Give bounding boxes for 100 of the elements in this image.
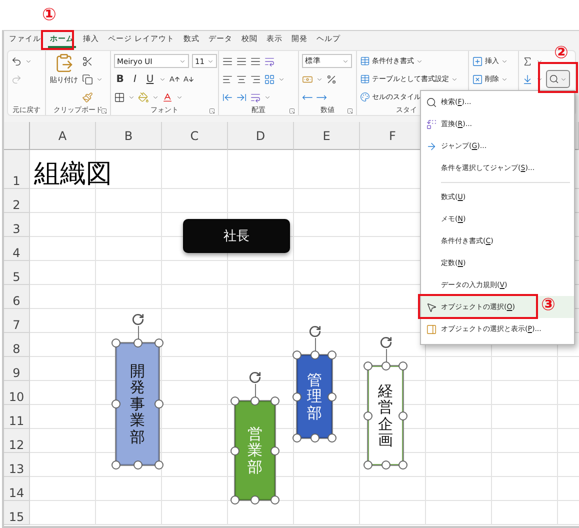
palette-icon[interactable] xyxy=(360,92,370,102)
copy-icon[interactable] xyxy=(82,74,93,84)
row-header[interactable]: 14 xyxy=(4,477,30,501)
align-bottom-icon[interactable] xyxy=(250,56,261,66)
table-icon[interactable] xyxy=(360,74,370,84)
selection-handle[interactable] xyxy=(250,496,260,504)
row-header[interactable]: 10 xyxy=(4,381,30,405)
indent-decrease-icon[interactable] xyxy=(222,92,233,102)
row-header[interactable]: 9 xyxy=(4,357,30,381)
caret-icon[interactable] xyxy=(501,76,508,82)
align-right-icon[interactable] xyxy=(250,74,261,84)
indent-increase-icon[interactable] xyxy=(236,92,247,102)
row-header[interactable]: 4 xyxy=(4,237,30,261)
caret-icon[interactable] xyxy=(342,58,349,64)
orientation-icon[interactable] xyxy=(250,92,261,102)
fill-color-icon[interactable] xyxy=(138,92,149,102)
selection-handle[interactable] xyxy=(250,396,260,406)
caret-icon[interactable] xyxy=(451,76,458,82)
align-center-icon[interactable] xyxy=(236,74,247,84)
column-header[interactable]: A xyxy=(30,122,96,150)
column-header[interactable]: C xyxy=(162,122,228,150)
caret-icon[interactable] xyxy=(560,76,567,82)
selection-handle[interactable] xyxy=(112,338,120,348)
autosum-icon[interactable] xyxy=(522,56,533,66)
rotate-handle-icon[interactable] xyxy=(131,313,144,326)
border-icon[interactable] xyxy=(114,92,125,102)
cut-icon[interactable] xyxy=(82,56,93,66)
rotate-handle-icon[interactable] xyxy=(379,336,392,349)
org-chart-box[interactable]: 社長 xyxy=(183,219,290,253)
launcher-icon[interactable] xyxy=(347,108,353,114)
selection-handle[interactable] xyxy=(154,400,164,408)
currency-icon[interactable] xyxy=(302,74,313,84)
align-middle-icon[interactable] xyxy=(236,56,247,66)
caret-icon[interactable] xyxy=(316,76,323,82)
selection-handle[interactable] xyxy=(230,446,240,455)
merge-icon[interactable] xyxy=(264,74,275,84)
conditional-format-icon[interactable] xyxy=(360,56,370,66)
rotate-handle-icon[interactable] xyxy=(248,371,262,384)
column-header[interactable]: E xyxy=(294,122,360,150)
selection-handle[interactable] xyxy=(154,338,164,348)
caret-icon[interactable] xyxy=(278,76,285,82)
launcher-icon[interactable] xyxy=(289,108,295,114)
paste-icon[interactable] xyxy=(54,53,74,73)
row-header[interactable]: 1 xyxy=(4,150,30,189)
format-painter-icon[interactable] xyxy=(82,92,93,102)
caret-icon[interactable] xyxy=(501,58,508,64)
find-select-button[interactable] xyxy=(546,70,570,88)
insert-cells-icon[interactable] xyxy=(472,56,483,66)
caret-icon[interactable] xyxy=(176,94,183,100)
selection-handle[interactable] xyxy=(154,460,164,470)
caret-icon[interactable] xyxy=(207,58,214,64)
caret-icon[interactable] xyxy=(416,58,423,64)
undo-icon[interactable] xyxy=(11,56,22,66)
font-color-icon[interactable] xyxy=(162,92,173,102)
row-header[interactable]: 6 xyxy=(4,285,30,309)
column-header[interactable]: D xyxy=(228,122,294,150)
caret-icon[interactable] xyxy=(264,94,271,100)
selection-handle[interactable] xyxy=(230,396,240,406)
selection-handle[interactable] xyxy=(364,411,372,420)
selection-handle[interactable] xyxy=(230,496,240,504)
org-chart-box[interactable]: 管理部 xyxy=(297,355,332,438)
caret-icon[interactable] xyxy=(25,58,32,64)
row-header[interactable]: 3 xyxy=(4,213,30,237)
format-button[interactable]: U xyxy=(144,74,156,84)
selection-handle[interactable] xyxy=(133,338,142,348)
row-header[interactable]: 5 xyxy=(4,261,30,285)
rotate-handle-icon[interactable] xyxy=(308,325,321,338)
align-left-icon[interactable] xyxy=(222,74,233,84)
row-header[interactable]: 13 xyxy=(4,453,30,477)
caret-icon[interactable] xyxy=(152,94,159,100)
selection-handle[interactable] xyxy=(292,392,302,401)
row-header[interactable]: 7 xyxy=(4,309,30,333)
launcher-icon[interactable] xyxy=(101,108,107,114)
caret-icon[interactable] xyxy=(179,58,186,64)
selection-handle[interactable] xyxy=(270,496,280,504)
caret-icon[interactable] xyxy=(536,58,543,64)
row-header[interactable]: 11 xyxy=(4,405,30,429)
selection-handle[interactable] xyxy=(270,396,280,406)
caret-icon[interactable] xyxy=(96,76,103,82)
grow-font-icon[interactable] xyxy=(169,74,180,84)
row-header[interactable]: 15 xyxy=(4,501,30,525)
row-header[interactable]: 2 xyxy=(4,189,30,213)
caret-icon[interactable] xyxy=(159,76,166,82)
shrink-font-icon[interactable] xyxy=(183,74,194,84)
column-header[interactable]: B xyxy=(96,122,162,150)
format-button[interactable]: I xyxy=(129,74,141,84)
format-button[interactable]: B xyxy=(114,74,126,84)
percent-icon[interactable] xyxy=(326,74,337,84)
org-chart-box[interactable]: 開発事業部 xyxy=(116,343,159,465)
align-top-icon[interactable] xyxy=(222,56,233,66)
caret-icon[interactable] xyxy=(128,94,135,100)
launcher-icon[interactable] xyxy=(209,108,215,114)
org-chart-box[interactable]: 経営企画 xyxy=(368,366,403,465)
wrap-text-icon[interactable] xyxy=(264,56,275,66)
fill-icon[interactable] xyxy=(522,74,533,84)
row-header[interactable]: 8 xyxy=(4,333,30,357)
selection-handle[interactable] xyxy=(112,460,120,470)
delete-cells-icon[interactable] xyxy=(472,74,483,84)
selection-handle[interactable] xyxy=(112,400,120,408)
row-header[interactable]: 12 xyxy=(4,429,30,453)
